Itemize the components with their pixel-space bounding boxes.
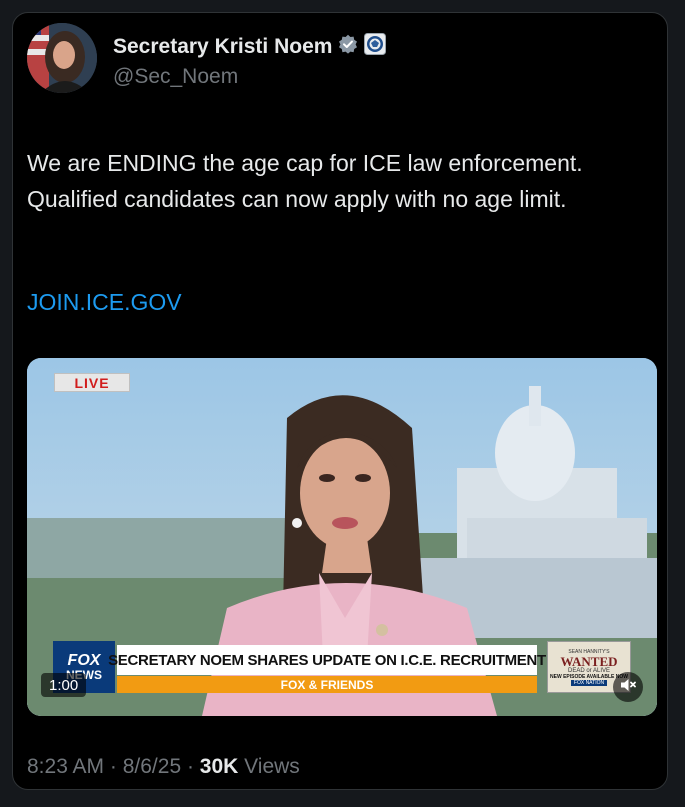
volume-muted-icon — [619, 676, 637, 699]
tweet-card: Secretary Kristi Noem @Sec_Noem We are E… — [12, 12, 668, 790]
avatar-photo — [27, 23, 97, 93]
tweet-link[interactable]: JOIN.ICE.GOV — [27, 289, 182, 316]
news-lower-third: FOX NEWS SECRETARY NOEM SHARES UPDATE ON… — [53, 641, 631, 693]
live-badge: LIVE — [54, 373, 130, 392]
show-name: FOX & FRIENDS — [280, 677, 374, 692]
tweet-time[interactable]: 8:23 AM — [27, 755, 104, 778]
views-count: 30K — [199, 755, 239, 778]
video-player[interactable]: LIVE FOX NEWS SECRETARY NOEM SHARES UPDA… — [27, 358, 657, 716]
headline-text: SECRETARY NOEM SHARES UPDATE ON I.C.E. R… — [108, 651, 546, 669]
show-banner: FOX & FRIENDS — [117, 676, 537, 693]
author-name-row[interactable]: Secretary Kristi Noem — [113, 33, 387, 60]
meta-separator: · — [186, 755, 200, 778]
meta-separator: · — [109, 755, 123, 778]
dhs-seal-icon[interactable] — [364, 33, 387, 60]
live-label: LIVE — [74, 374, 110, 391]
tweet-text: We are ENDING the age cap for ICE law en… — [27, 150, 583, 212]
author-handle[interactable]: @Sec_Noem — [113, 65, 238, 89]
tweet-meta: 8:23 AM · 8/6/25 · 30K Views — [27, 755, 300, 779]
views-label: Views — [244, 755, 300, 778]
fox-logo-line1: FOX — [67, 651, 101, 669]
promo-line5: FOX NATION — [570, 679, 608, 686]
promo-line2: WANTED — [560, 653, 618, 669]
tweet-date[interactable]: 8/6/25 — [123, 755, 181, 778]
video-duration: 1:00 — [41, 673, 87, 697]
headline-banner: SECRETARY NOEM SHARES UPDATE ON I.C.E. R… — [108, 645, 546, 675]
avatar[interactable] — [27, 23, 97, 93]
mute-button[interactable] — [613, 672, 643, 702]
verified-badge-icon — [338, 34, 358, 59]
author-name[interactable]: Secretary Kristi Noem — [113, 35, 332, 59]
